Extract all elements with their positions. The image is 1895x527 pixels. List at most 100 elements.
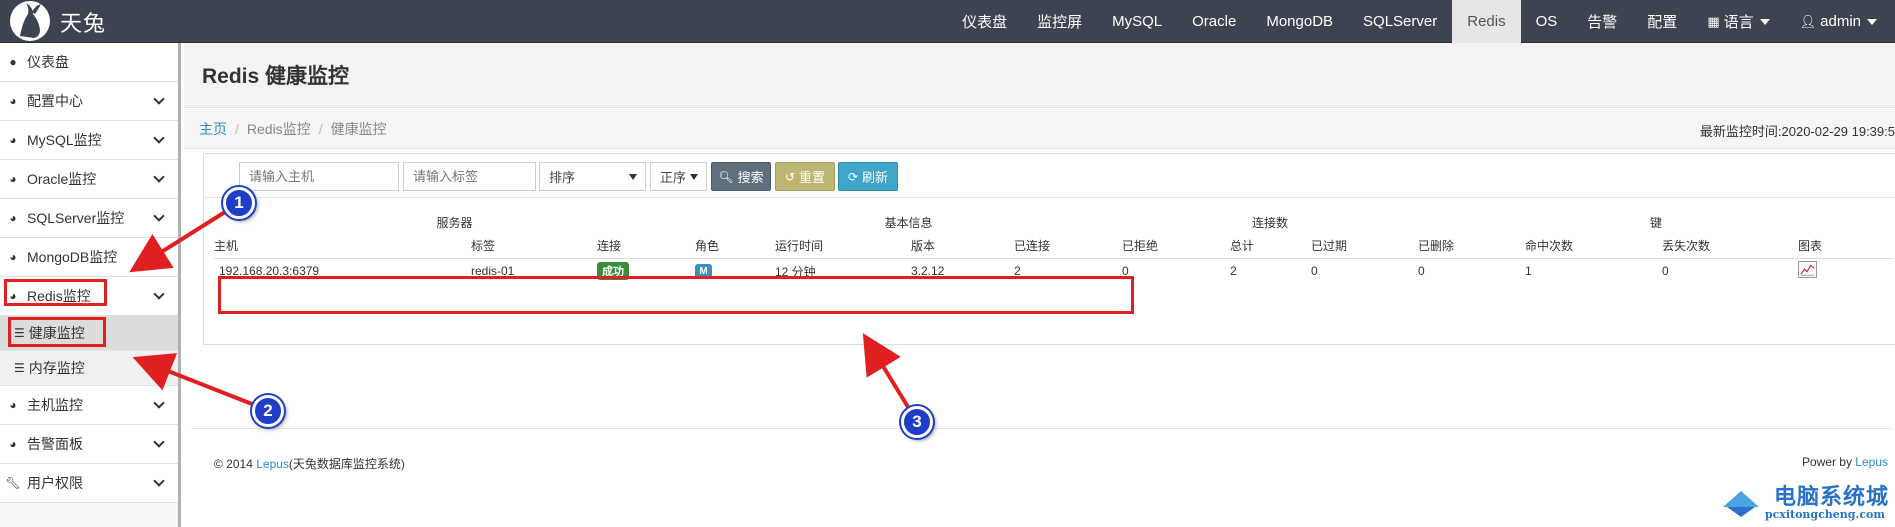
list-icon: ☰ xyxy=(14,361,25,375)
column-header: 版本 xyxy=(911,234,1014,259)
watermark: 电脑系统城 pcxitongcheng.com xyxy=(1719,479,1889,525)
dashboard-icon: ◕ xyxy=(9,133,17,147)
sort-select-value: 排序 xyxy=(549,170,576,185)
last-monitor-time: 最新监控时间:2020-02-29 19:39:5 xyxy=(1699,124,1895,139)
sidebar-item-label: 主机监控 xyxy=(27,397,83,413)
refresh-button-label: 刷新 xyxy=(862,170,889,185)
host-search-input[interactable] xyxy=(239,162,399,191)
footer-copyright: © 2014 Lepus(天兔数据库监控系统) xyxy=(214,455,405,472)
reset-button[interactable]: ↺ 重置 xyxy=(775,162,835,191)
lepus-link[interactable]: Lepus xyxy=(256,457,289,471)
column-header: 运行时间 xyxy=(775,234,911,259)
chevron-down-icon xyxy=(153,475,165,487)
rabbit-logo-icon xyxy=(10,1,50,41)
caret-down-icon xyxy=(1867,18,1877,25)
dashboard-icon: ◕ xyxy=(9,250,17,264)
column-header: 丢失次数 xyxy=(1662,234,1798,259)
breadcrumb: 主页 / Redis监控 / 健康监控 最新监控时间:2020-02-29 19… xyxy=(184,109,1895,149)
page-title: Redis 健康监控 xyxy=(202,65,350,88)
nav-user-label: admin xyxy=(1820,13,1861,30)
nav-dashboard[interactable]: 仪表盘 xyxy=(947,0,1022,43)
sidebar-item-mongodb[interactable]: ◕ MongoDB监控 xyxy=(0,238,178,277)
sidebar-item-sqlserver[interactable]: ◕ SQLServer监控 xyxy=(0,199,178,238)
nav-mongodb[interactable]: MongoDB xyxy=(1251,0,1348,43)
brand[interactable]: 天兔 xyxy=(6,0,106,43)
nav-redis[interactable]: Redis xyxy=(1452,0,1521,43)
nav-language-label: 语言 xyxy=(1723,14,1754,31)
sidebar-subitem-label: 内存监控 xyxy=(28,360,85,376)
watermark-url: pcxitongcheng.com xyxy=(1764,508,1885,521)
chevron-down-icon xyxy=(153,93,165,105)
dropdown-arrow-icon xyxy=(690,174,698,180)
sidebar-item-dashboard[interactable]: ● 仪表盘 xyxy=(0,43,178,82)
nav-language-dropdown[interactable]: ▦ 语言 xyxy=(1692,0,1784,43)
system-name: (天兔数据库监控系统) xyxy=(288,457,405,471)
power-text: Power by xyxy=(1801,455,1856,469)
sort-select[interactable]: 排序 xyxy=(539,162,646,191)
top-navbar: 天兔 仪表盘 监控屏 MySQL Oracle MongoDB SQLServe… xyxy=(0,0,1895,43)
sidebar-item-oracle[interactable]: ◕ Oracle监控 xyxy=(0,160,178,199)
refresh-button[interactable]: ⟳ 刷新 xyxy=(838,162,898,191)
group-connections: 连接数 xyxy=(1251,215,1288,230)
line-chart-icon[interactable] xyxy=(1798,261,1817,279)
watermark-title: 电脑系统城 xyxy=(1773,484,1889,509)
refresh-icon: ⟳ xyxy=(847,169,859,184)
nav-mysql[interactable]: MySQL xyxy=(1097,0,1177,43)
dashboard-icon: ◕ xyxy=(9,172,17,186)
nav-alarm[interactable]: 告警 xyxy=(1572,0,1632,43)
dashboard-icon: ◕ xyxy=(9,437,17,451)
footer-divider xyxy=(191,428,1891,429)
chevron-down-icon xyxy=(153,210,165,222)
breadcrumb-home-link[interactable]: 主页 xyxy=(199,119,227,139)
nav-oracle[interactable]: Oracle xyxy=(1177,0,1251,43)
copyright-text: © 2014 xyxy=(214,457,257,471)
annotation-marker-2: 2 xyxy=(252,395,284,427)
tag-search-input[interactable] xyxy=(403,162,536,191)
sidebar-item-label: MySQL监控 xyxy=(27,132,102,148)
search-button-label: 搜索 xyxy=(737,170,764,185)
cell-chart xyxy=(1798,258,1894,284)
sidebar-item-label: 用户权限 xyxy=(27,475,83,491)
reset-icon: ↺ xyxy=(784,169,796,184)
page-header: Redis 健康监控 xyxy=(184,43,1895,108)
comment-icon: ● xyxy=(9,55,17,69)
top-nav-menu: 仪表盘 监控屏 MySQL Oracle MongoDB SQLServer R… xyxy=(947,0,1895,43)
nav-config[interactable]: 配置 xyxy=(1632,0,1692,43)
sidebar-item-label: 配置中心 xyxy=(27,93,83,109)
sidebar-subitem-memory-monitor[interactable]: ☰ 内存监控 xyxy=(0,351,178,386)
filter-bar: 排序 正序 🔍︎ 搜索 ↺ 重置 ⟳ 刷新 xyxy=(204,154,1895,198)
group-server: 服务器 xyxy=(436,215,473,230)
nav-sqlserver[interactable]: SQLServer xyxy=(1348,0,1452,43)
nav-os[interactable]: OS xyxy=(1521,0,1573,43)
power-link[interactable]: Lepus xyxy=(1855,455,1888,469)
table-group-header: 服务器 基本信息 连接数 键 xyxy=(214,210,1894,234)
chevron-down-icon xyxy=(153,288,165,300)
column-header: 已删除 xyxy=(1418,234,1525,259)
table-column-header: 主机 标签 连接 角色 运行时间 版本 已连接 已拒绝 总计 已过期 已删除 命… xyxy=(214,234,1894,259)
annotation-marker-1: 1 xyxy=(223,187,255,219)
nav-user-dropdown[interactable]: 👤︎ admin xyxy=(1785,0,1895,43)
sidebar-item-mysql[interactable]: ◕ MySQL监控 xyxy=(0,121,178,160)
annotation-box-redis xyxy=(4,279,107,306)
group-keys: 键 xyxy=(1649,215,1662,230)
sidebar-item-host[interactable]: ◕ 主机监控 xyxy=(0,386,178,425)
nav-monitor-screen[interactable]: 监控屏 xyxy=(1022,0,1097,43)
sidebar-item-user-permission[interactable]: 🔧︎ 用户权限 xyxy=(0,464,178,503)
footer-power: Power by Lepus xyxy=(1802,455,1888,469)
user-icon: 👤︎ xyxy=(1799,13,1817,29)
breadcrumb-separator: / xyxy=(318,120,323,137)
cell-expired: 0 xyxy=(1311,264,1318,279)
column-header: 主机 xyxy=(214,234,471,259)
sidebar-item-config-center[interactable]: ◕ 配置中心 xyxy=(0,82,178,121)
cell-deleted: 0 xyxy=(1418,264,1425,279)
chevron-down-icon xyxy=(153,132,165,144)
breadcrumb-current: 健康监控 xyxy=(330,120,387,137)
brand-title: 天兔 xyxy=(60,11,107,37)
dashboard-icon: ◕ xyxy=(9,398,17,412)
search-button[interactable]: 🔍︎ 搜索 xyxy=(711,162,771,191)
chevron-down-icon xyxy=(153,397,165,409)
sidebar-item-alarm-panel[interactable]: ◕ 告警面板 xyxy=(0,425,178,464)
sidebar-item-label: Oracle监控 xyxy=(27,171,97,187)
order-select[interactable]: 正序 xyxy=(650,162,707,191)
watermark-logo-icon xyxy=(1723,491,1759,517)
